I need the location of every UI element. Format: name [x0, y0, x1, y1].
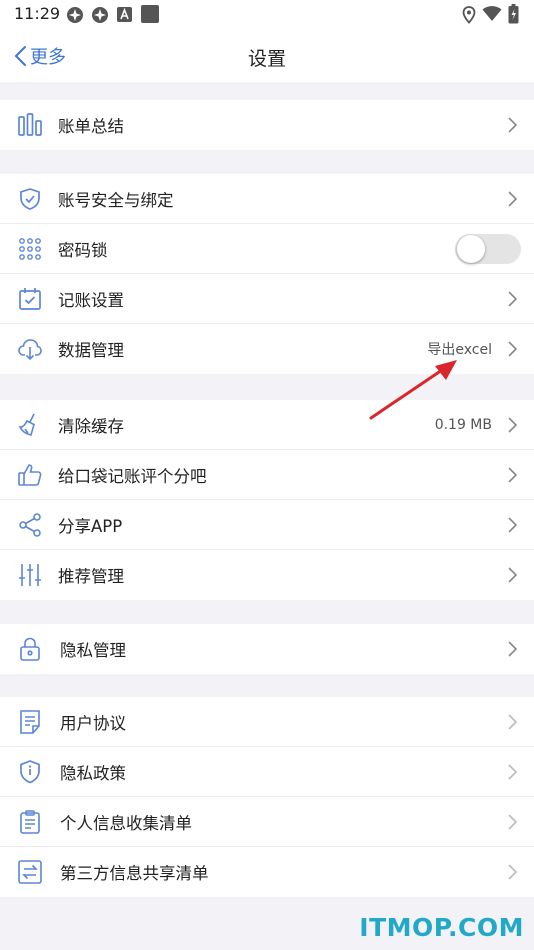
watermark: ITMOP.COM	[359, 913, 524, 942]
chevron-right-icon	[508, 341, 518, 357]
clipboard-icon	[20, 810, 40, 834]
exchange-icon	[18, 860, 42, 884]
list-item-label: 用户协议	[60, 714, 126, 733]
battery-icon	[508, 4, 519, 24]
bar-chart-icon	[18, 113, 42, 136]
list-item-bookkeeping-settings[interactable]: 记账设置	[0, 274, 534, 324]
list-item-label: 第三方信息共享清单	[60, 864, 209, 883]
shield-info-icon	[20, 760, 40, 784]
keypad-icon	[19, 238, 41, 260]
nav-bar: 更多 设置	[0, 30, 534, 82]
calendar-check-icon	[19, 288, 41, 310]
thumbs-up-icon	[18, 464, 42, 486]
list-item-rate-app[interactable]: 给口袋记账评个分吧	[0, 450, 534, 500]
chevron-right-icon	[508, 467, 518, 483]
chevron-right-icon	[508, 764, 518, 780]
chevron-right-icon	[508, 117, 518, 133]
document-icon	[20, 710, 40, 734]
lock-icon	[20, 637, 40, 661]
list-item-share-app[interactable]: 分享APP	[0, 500, 534, 550]
list-item-personal-info-list[interactable]: 个人信息收集清单	[0, 797, 534, 847]
sliders-icon	[19, 564, 41, 586]
list-item-label: 账号安全与绑定	[58, 191, 174, 210]
chevron-right-icon	[508, 714, 518, 730]
chevron-right-icon	[508, 291, 518, 307]
broom-icon	[18, 413, 35, 436]
list-item-label: 账单总结	[58, 117, 124, 136]
app-notification-icon	[92, 7, 108, 23]
cloud-download-icon	[18, 339, 42, 361]
share-icon	[19, 513, 41, 537]
annotation-arrow-icon	[369, 360, 457, 420]
list-item-label: 推荐管理	[58, 567, 124, 586]
list-item-label: 密码锁	[58, 241, 108, 260]
list-item-label: 隐私政策	[60, 764, 126, 783]
list-item-bill-summary[interactable]: 账单总结	[0, 100, 534, 150]
list-item-privacy-management[interactable]: 隐私管理	[0, 624, 534, 674]
password-lock-toggle[interactable]	[455, 234, 521, 264]
list-item-label: 清除缓存	[58, 417, 124, 436]
status-time: 11:29	[14, 4, 61, 23]
list-item-recommend-management[interactable]: 推荐管理	[0, 550, 534, 600]
chevron-right-icon	[508, 517, 518, 533]
chevron-right-icon	[508, 864, 518, 880]
settings-group-1: 账单总结	[0, 100, 534, 150]
list-item-account-security[interactable]: 账号安全与绑定	[0, 174, 534, 224]
settings-group-5: 用户协议 隐私政策 个人信息收集清单 第三方信息共享清单	[0, 697, 534, 897]
list-item-user-agreement[interactable]: 用户协议	[0, 697, 534, 747]
shield-check-icon	[20, 188, 40, 210]
page-title: 设置	[247, 48, 286, 70]
app-notification-icon	[117, 7, 132, 22]
toggle-knob	[457, 235, 485, 263]
list-item-label: 个人信息收集清单	[60, 814, 192, 833]
settings-group-4: 隐私管理	[0, 624, 534, 674]
chevron-right-icon	[508, 567, 518, 583]
list-item-label: 数据管理	[58, 341, 124, 360]
list-item-privacy-policy[interactable]: 隐私政策	[0, 747, 534, 797]
chevron-right-icon	[508, 814, 518, 830]
list-item-password-lock: 密码锁	[0, 224, 534, 274]
settings-group-2: 账号安全与绑定 密码锁 记账设置 数据管理 导出excel	[0, 174, 534, 374]
chevron-right-icon	[508, 191, 518, 207]
status-bar: 11:29	[0, 0, 534, 30]
app-notification-icon	[67, 7, 83, 23]
chevron-right-icon	[508, 417, 518, 433]
settings-group-3: 清除缓存 0.19 MB 给口袋记账评个分吧 分享APP 推荐管理	[0, 400, 534, 600]
list-item-label: 分享APP	[58, 517, 123, 536]
wifi-icon	[482, 6, 502, 21]
list-item-label: 隐私管理	[60, 641, 126, 660]
data-management-value: 导出excel	[427, 342, 492, 358]
app-notification-icon	[141, 5, 159, 23]
list-item-third-party-sharing-list[interactable]: 第三方信息共享清单	[0, 847, 534, 897]
chevron-right-icon	[508, 641, 518, 657]
list-item-label: 记账设置	[58, 291, 124, 310]
list-item-label: 给口袋记账评个分吧	[58, 467, 207, 486]
location-icon	[462, 6, 476, 24]
